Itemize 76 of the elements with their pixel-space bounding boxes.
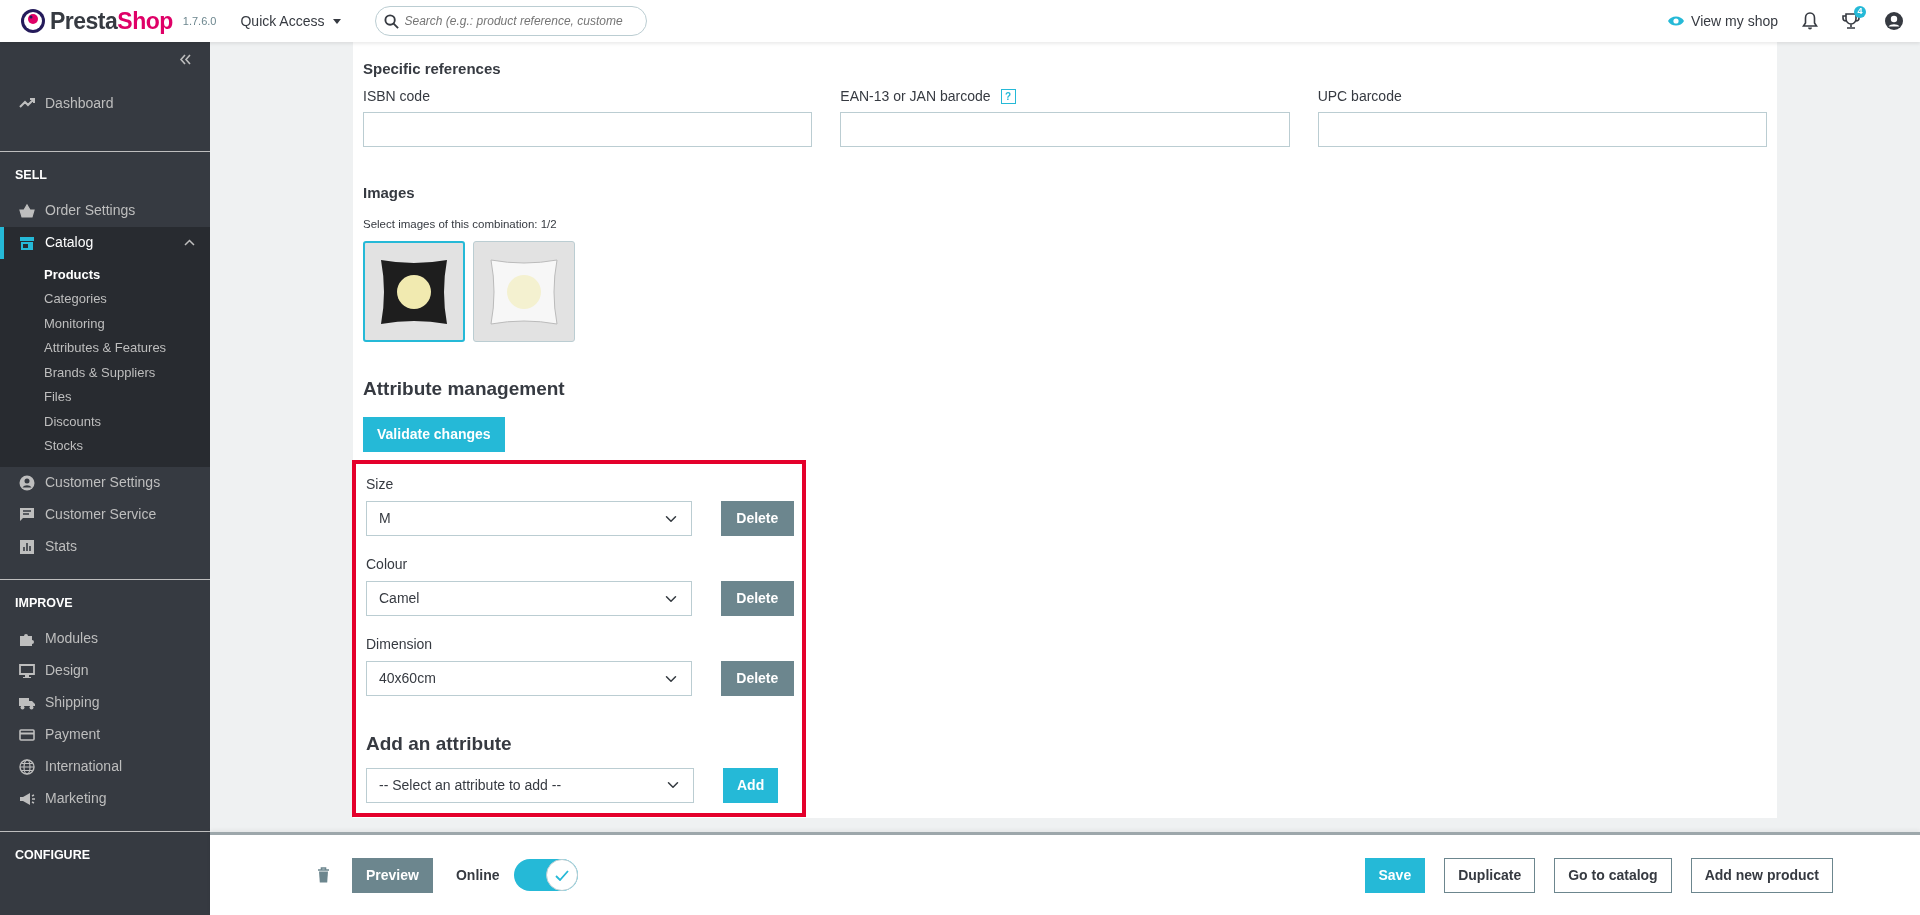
footer-button[interactable]: Add new product bbox=[1690, 857, 1833, 893]
sidebar-item[interactable]: Shipping bbox=[0, 686, 210, 719]
field-label: UPC barcode bbox=[1317, 87, 1402, 106]
attribute-label: Size bbox=[366, 475, 395, 495]
sidebar-item[interactable]: Design bbox=[0, 654, 210, 687]
sidebar-item[interactable]: Payment bbox=[0, 718, 210, 751]
sidebar-subitem[interactable]: Files bbox=[0, 385, 210, 410]
images-caption: Select images of this combination: 1/2 bbox=[363, 217, 558, 232]
logo-text[interactable]: PrestaShop bbox=[50, 3, 173, 39]
bell-icon[interactable] bbox=[1802, 12, 1818, 30]
attribute-label: Colour bbox=[366, 555, 409, 575]
footer-button[interactable]: Duplicate bbox=[1444, 857, 1536, 893]
checkmark-icon bbox=[554, 869, 569, 881]
sidebar-item[interactable]: Customer Settings bbox=[0, 466, 210, 499]
field-label: ISBN code bbox=[363, 87, 430, 106]
online-label: Online bbox=[455, 865, 500, 885]
trash-icon[interactable] bbox=[317, 867, 330, 883]
sidebar-subitem[interactable]: Products bbox=[0, 262, 210, 288]
delete-button[interactable]: Delete bbox=[720, 501, 794, 537]
collapse-icon[interactable] bbox=[179, 54, 192, 65]
delete-button[interactable]: Delete bbox=[720, 581, 794, 617]
chat-bubble-icon bbox=[19, 506, 35, 523]
notification-count: 4 bbox=[1854, 6, 1866, 18]
sidebar-heading: CONFIGURE bbox=[14, 846, 91, 864]
sidebar-heading: IMPROVE bbox=[14, 594, 74, 612]
section-title: Images bbox=[363, 184, 416, 202]
eye-icon bbox=[1667, 15, 1686, 27]
footer-button[interactable]: Go to catalog bbox=[1554, 857, 1672, 893]
field-label: EAN-13 or JAN barcode bbox=[840, 87, 991, 106]
attribute-label: Dimension bbox=[366, 635, 434, 655]
sidebar-subitem[interactable]: Stocks bbox=[0, 434, 210, 459]
text-input[interactable] bbox=[840, 112, 1290, 147]
basket-icon bbox=[19, 202, 35, 219]
credit-card-icon bbox=[19, 726, 35, 743]
delete-button[interactable]: Delete bbox=[720, 661, 794, 697]
sidebar-subitem[interactable]: Categories bbox=[0, 287, 210, 312]
logo-icon bbox=[20, 8, 46, 34]
sidebar-item[interactable]: Stats bbox=[0, 530, 210, 563]
sidebar-item[interactable]: Dashboard bbox=[0, 87, 210, 119]
section-title: Specific references bbox=[363, 60, 502, 78]
person-icon bbox=[19, 474, 35, 491]
sidebar-subitem[interactable]: Attributes & Features bbox=[0, 336, 210, 361]
text-input[interactable] bbox=[1317, 112, 1767, 147]
attribute-select[interactable]: 40x60cm bbox=[366, 661, 692, 697]
store-icon bbox=[19, 234, 35, 251]
image-thumbnail[interactable] bbox=[473, 241, 575, 343]
preview-button[interactable]: Preview bbox=[352, 857, 433, 893]
image-thumbnail[interactable] bbox=[363, 241, 465, 343]
sidebar-item[interactable]: International bbox=[0, 750, 210, 783]
sidebar-heading: SELL bbox=[14, 167, 48, 184]
user-avatar-icon[interactable] bbox=[1884, 11, 1904, 31]
section-title: Add an attribute bbox=[366, 733, 513, 756]
view-shop-link[interactable]: View my shop bbox=[1667, 10, 1778, 32]
attribute-select[interactable]: Camel bbox=[366, 581, 692, 617]
text-input[interactable] bbox=[363, 112, 813, 147]
sidebar-subitem[interactable]: Discounts bbox=[0, 409, 210, 435]
version-text: 1.7.6.0 bbox=[182, 13, 217, 29]
sidebar-item[interactable]: Order Settings bbox=[0, 194, 210, 227]
sidebar-item[interactable]: Marketing bbox=[0, 782, 210, 815]
megaphone-icon bbox=[19, 790, 35, 807]
section-title: Attribute management bbox=[363, 378, 566, 402]
caret-icon bbox=[332, 18, 341, 24]
quick-access-dropdown[interactable]: Quick Access bbox=[234, 9, 347, 33]
sidebar-item[interactable]: Catalog bbox=[0, 226, 210, 259]
search-field[interactable]: Search (e.g.: product reference, custome bbox=[374, 6, 647, 36]
sidebar-item[interactable]: Customer Service bbox=[0, 498, 210, 531]
sidebar-item[interactable]: Modules bbox=[0, 622, 210, 655]
sidebar-subitem[interactable]: Monitoring bbox=[0, 311, 210, 337]
sidebar-subitem[interactable]: Brands & Suppliers bbox=[0, 360, 210, 386]
monitor-icon bbox=[19, 662, 35, 679]
online-toggle[interactable] bbox=[513, 859, 578, 891]
trophy-icon[interactable] bbox=[1842, 12, 1860, 30]
attribute-select[interactable]: M bbox=[366, 501, 692, 537]
globe-icon bbox=[19, 758, 35, 775]
attribute-select[interactable]: -- Select an attribute to add -- bbox=[366, 767, 694, 803]
bar-chart-icon bbox=[19, 538, 35, 555]
